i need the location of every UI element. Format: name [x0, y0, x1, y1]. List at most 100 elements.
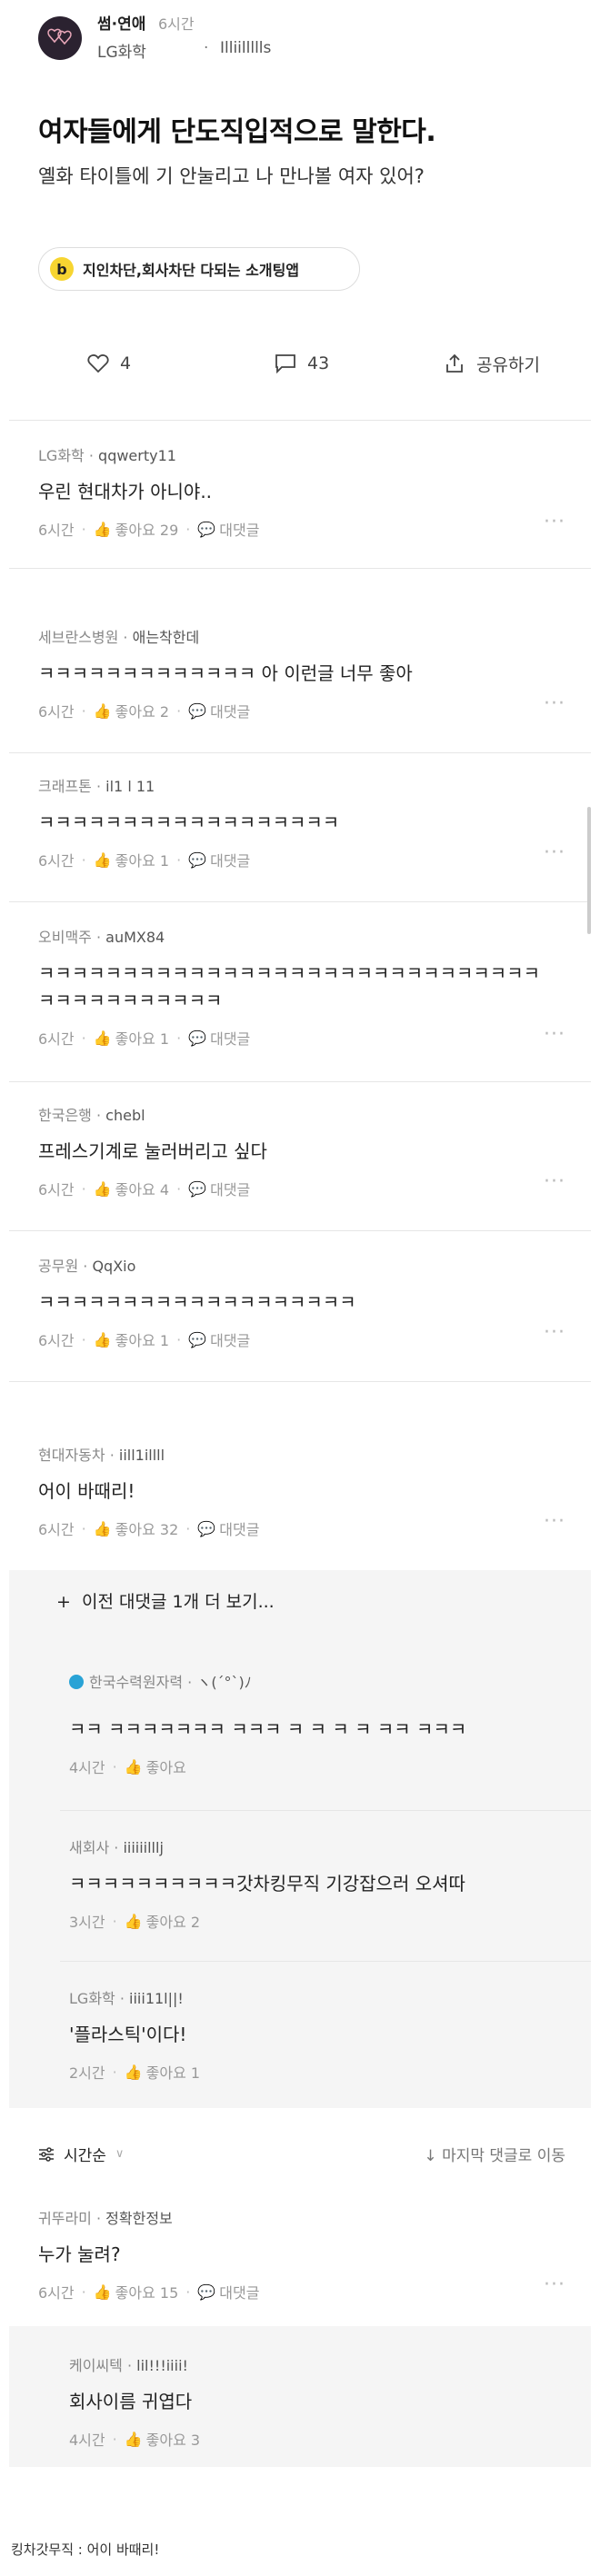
share-button[interactable]: 공유하기 [444, 336, 540, 391]
comment-nick: il1 l 11 [105, 778, 155, 795]
reply-item: LG화학 · iiii11l||! '플라스틱'이다! 2시간 · 👍 좋아요 1 [69, 1986, 560, 2083]
post-category[interactable]: 썸·연애 [97, 11, 145, 34]
comment-like-button[interactable]: 좋아요 1 [115, 1027, 169, 1049]
reply-text: '플라스틱'이다! [69, 2024, 187, 2045]
like-count: 4 [120, 353, 132, 373]
comment-nick: QqXio [92, 1258, 136, 1275]
comment-like-button[interactable]: 좋아요 29 [115, 518, 179, 540]
reply-footer: 4시간 · 👍 좋아요 3 [69, 2428, 560, 2450]
sort-dropdown[interactable]: 시간순 ∨ [38, 2143, 124, 2165]
comment-reply-button[interactable]: 대댓글 [210, 1328, 250, 1350]
comment-reply-button[interactable]: 대댓글 [219, 1517, 259, 1539]
verified-icon [69, 1675, 84, 1689]
comment-text: 프레스기계로 눌러버리고 싶다 [38, 1140, 267, 1162]
reply-like-button[interactable]: 좋아요 [146, 1755, 186, 1777]
thumb-icon: 👍 [93, 1330, 112, 1348]
comment-button[interactable]: 43 [275, 336, 329, 391]
comment-like-button[interactable]: 좋아요 2 [115, 700, 169, 721]
like-button[interactable]: 4 [87, 336, 131, 391]
separator-dot: · [204, 39, 209, 57]
reply-icon: 💬 [188, 1029, 207, 1047]
ad-banner[interactable]: b 지인차단,회사차단 다되는 소개팅앱 [38, 247, 360, 291]
comment-like-button[interactable]: 좋아요 32 [115, 1517, 179, 1539]
sort-bar: 시간순 ∨ ↓ 마지막 댓글로 이동 [38, 2143, 565, 2170]
comment-company: 공무원 [38, 1258, 79, 1275]
post-time: 6시간 [158, 15, 195, 33]
heart-outline-icon [87, 354, 109, 373]
comment-reply-button[interactable]: 대댓글 [210, 1178, 250, 1199]
comment-like-button[interactable]: 좋아요 1 [115, 1328, 169, 1350]
divider [9, 568, 591, 569]
caption-text: 킹차갓무직 : 어이 바때리! [11, 2541, 160, 2558]
reply-company: 케이씨텍 [69, 2357, 123, 2374]
more-options-icon[interactable]: ··· [544, 692, 565, 715]
comment-reply-button[interactable]: 대댓글 [210, 1027, 250, 1049]
comment-meta: 공무원 · QqXio [38, 1258, 136, 1275]
reply-like-button[interactable]: 좋아요 3 [146, 2428, 200, 2450]
divider [9, 1381, 591, 1382]
chevron-down-icon: ∨ [115, 2147, 125, 2161]
comment-time: 6시간 [38, 1332, 75, 1349]
thumb-icon: 👍 [124, 1757, 143, 1775]
jump-to-last-button[interactable]: ↓ 마지막 댓글로 이동 [424, 2143, 565, 2165]
post-header: 썸·연애 6시간 LG화학 · Illiillllls [38, 9, 565, 64]
reply-icon: 💬 [197, 520, 216, 538]
post-actions: 4 43 공유하기 [0, 336, 600, 391]
comment-time: 6시간 [38, 522, 75, 539]
divider [9, 752, 591, 753]
comment-meta: 크래프톤 · il1 l 11 [38, 778, 155, 795]
comment-reply-button[interactable]: 대댓글 [219, 2281, 259, 2302]
reply-like-button[interactable]: 좋아요 1 [146, 2061, 200, 2083]
divider [9, 1081, 591, 1082]
divider [60, 1961, 591, 1962]
blind-logo-icon: b [50, 257, 74, 281]
comment-meta: LG화학 · qqwerty11 [38, 447, 176, 464]
category-avatar[interactable] [38, 16, 82, 60]
more-replies-button[interactable]: + 이전 대댓글 1개 더 보기... [56, 1588, 275, 1613]
comment-company: 한국은행 [38, 1107, 92, 1124]
reply-text: ㅋㅋ ㅋㅋㅋㅋㅋㅋㅋ ㅋㅋㅋ ㅋ ㅋ ㅋ ㅋ ㅋㅋ ㅋㅋㅋ [69, 1718, 467, 1740]
comment-text: ㅋㅋㅋㅋㅋㅋㅋㅋㅋㅋㅋㅋㅋㅋㅋㅋㅋㅋㅋㅋㅋㅋㅋㅋㅋㅋㅋㅋㅋㅋㅋㅋㅋㅋㅋㅋㅋㅋㅋㅋ… [38, 962, 540, 1011]
comment-meta: 현대자동차 · iill1illll [38, 1447, 165, 1464]
comment-footer: 6시간 · 👍 좋아요 1 · 💬 대댓글 [38, 1027, 565, 1049]
comment-company: 오비맥주 [38, 929, 92, 946]
comment-item: 귀뚜라미 · 정확한정보 누가 눌려? 6시간 · 👍 좋아요 15 · 💬 대댓글 ·… [38, 2206, 565, 2302]
comment-company: 현대자동차 [38, 1447, 105, 1464]
comment-text: ㅋㅋㅋㅋㅋㅋㅋㅋㅋㅋㅋㅋㅋ 아 이런글 너무 좋아 [38, 662, 413, 684]
thumb-icon: 👍 [93, 2283, 112, 2301]
comment-meta: 귀뚜라미 · 정확한정보 [38, 2210, 173, 2227]
reply-time: 3시간 [69, 1914, 105, 1931]
reply-company: 한국수력원자력 [89, 1674, 184, 1691]
comment-text: 누가 눌려? [38, 2243, 121, 2265]
more-options-icon[interactable]: ··· [544, 2273, 565, 2296]
reply-nick: lil!!!iiii! [136, 2357, 188, 2374]
scrollbar[interactable] [587, 807, 591, 934]
reply-footer: 4시간 · 👍 좋아요 [69, 1755, 560, 1777]
comment-text: ㅋㅋㅋㅋㅋㅋㅋㅋㅋㅋㅋㅋㅋㅋㅋㅋㅋㅋ [38, 811, 340, 833]
comment-like-button[interactable]: 좋아요 15 [115, 2281, 179, 2302]
reply-icon: 💬 [188, 701, 207, 720]
comment-item: 크래프톤 · il1 l 11 ㅋㅋㅋㅋㅋㅋㅋㅋㅋㅋㅋㅋㅋㅋㅋㅋㅋㅋ 6시간 · … [38, 774, 565, 870]
comment-item: 한국은행 · chebl 프레스기계로 눌러버리고 싶다 6시간 · 👍 좋아요 4… [38, 1103, 565, 1198]
comment-reply-button[interactable]: 대댓글 [219, 518, 259, 540]
reply-meta: 새회사 · iiiiiilllj [69, 1839, 164, 1856]
sort-label: 시간순 [64, 2147, 106, 2165]
more-options-icon[interactable]: ··· [544, 1510, 565, 1533]
more-options-icon[interactable]: ··· [544, 1321, 565, 1344]
thumb-icon: 👍 [93, 520, 112, 538]
comment-like-button[interactable]: 좋아요 4 [115, 1178, 169, 1199]
comment-reply-button[interactable]: 대댓글 [210, 849, 250, 870]
more-options-icon[interactable]: ··· [544, 1023, 565, 1046]
comment-like-button[interactable]: 좋아요 1 [115, 849, 169, 870]
more-options-icon[interactable]: ··· [544, 1170, 565, 1193]
more-options-icon[interactable]: ··· [544, 511, 565, 533]
comment-meta: 오비맥주 · auMX84 [38, 929, 165, 946]
more-options-icon[interactable]: ··· [544, 841, 565, 864]
comment-time: 6시간 [38, 2284, 75, 2302]
comment-footer: 6시간 · 👍 좋아요 32 · 💬 대댓글 [38, 1517, 565, 1539]
comment-item: 세브란스병원 · 애는착한데 ㅋㅋㅋㅋㅋㅋㅋㅋㅋㅋㅋㅋㅋ 아 이런글 너무 좋아… [38, 625, 565, 721]
thumb-icon: 👍 [93, 701, 112, 720]
comment-reply-button[interactable]: 대댓글 [210, 700, 250, 721]
reply-like-button[interactable]: 좋아요 2 [146, 1910, 200, 1932]
reply-item: 새회사 · iiiiiilllj ㅋㅋㅋㅋㅋㅋㅋㅋㅋㅋ갓차킹무직 기강잡으러 오… [69, 1835, 560, 1932]
